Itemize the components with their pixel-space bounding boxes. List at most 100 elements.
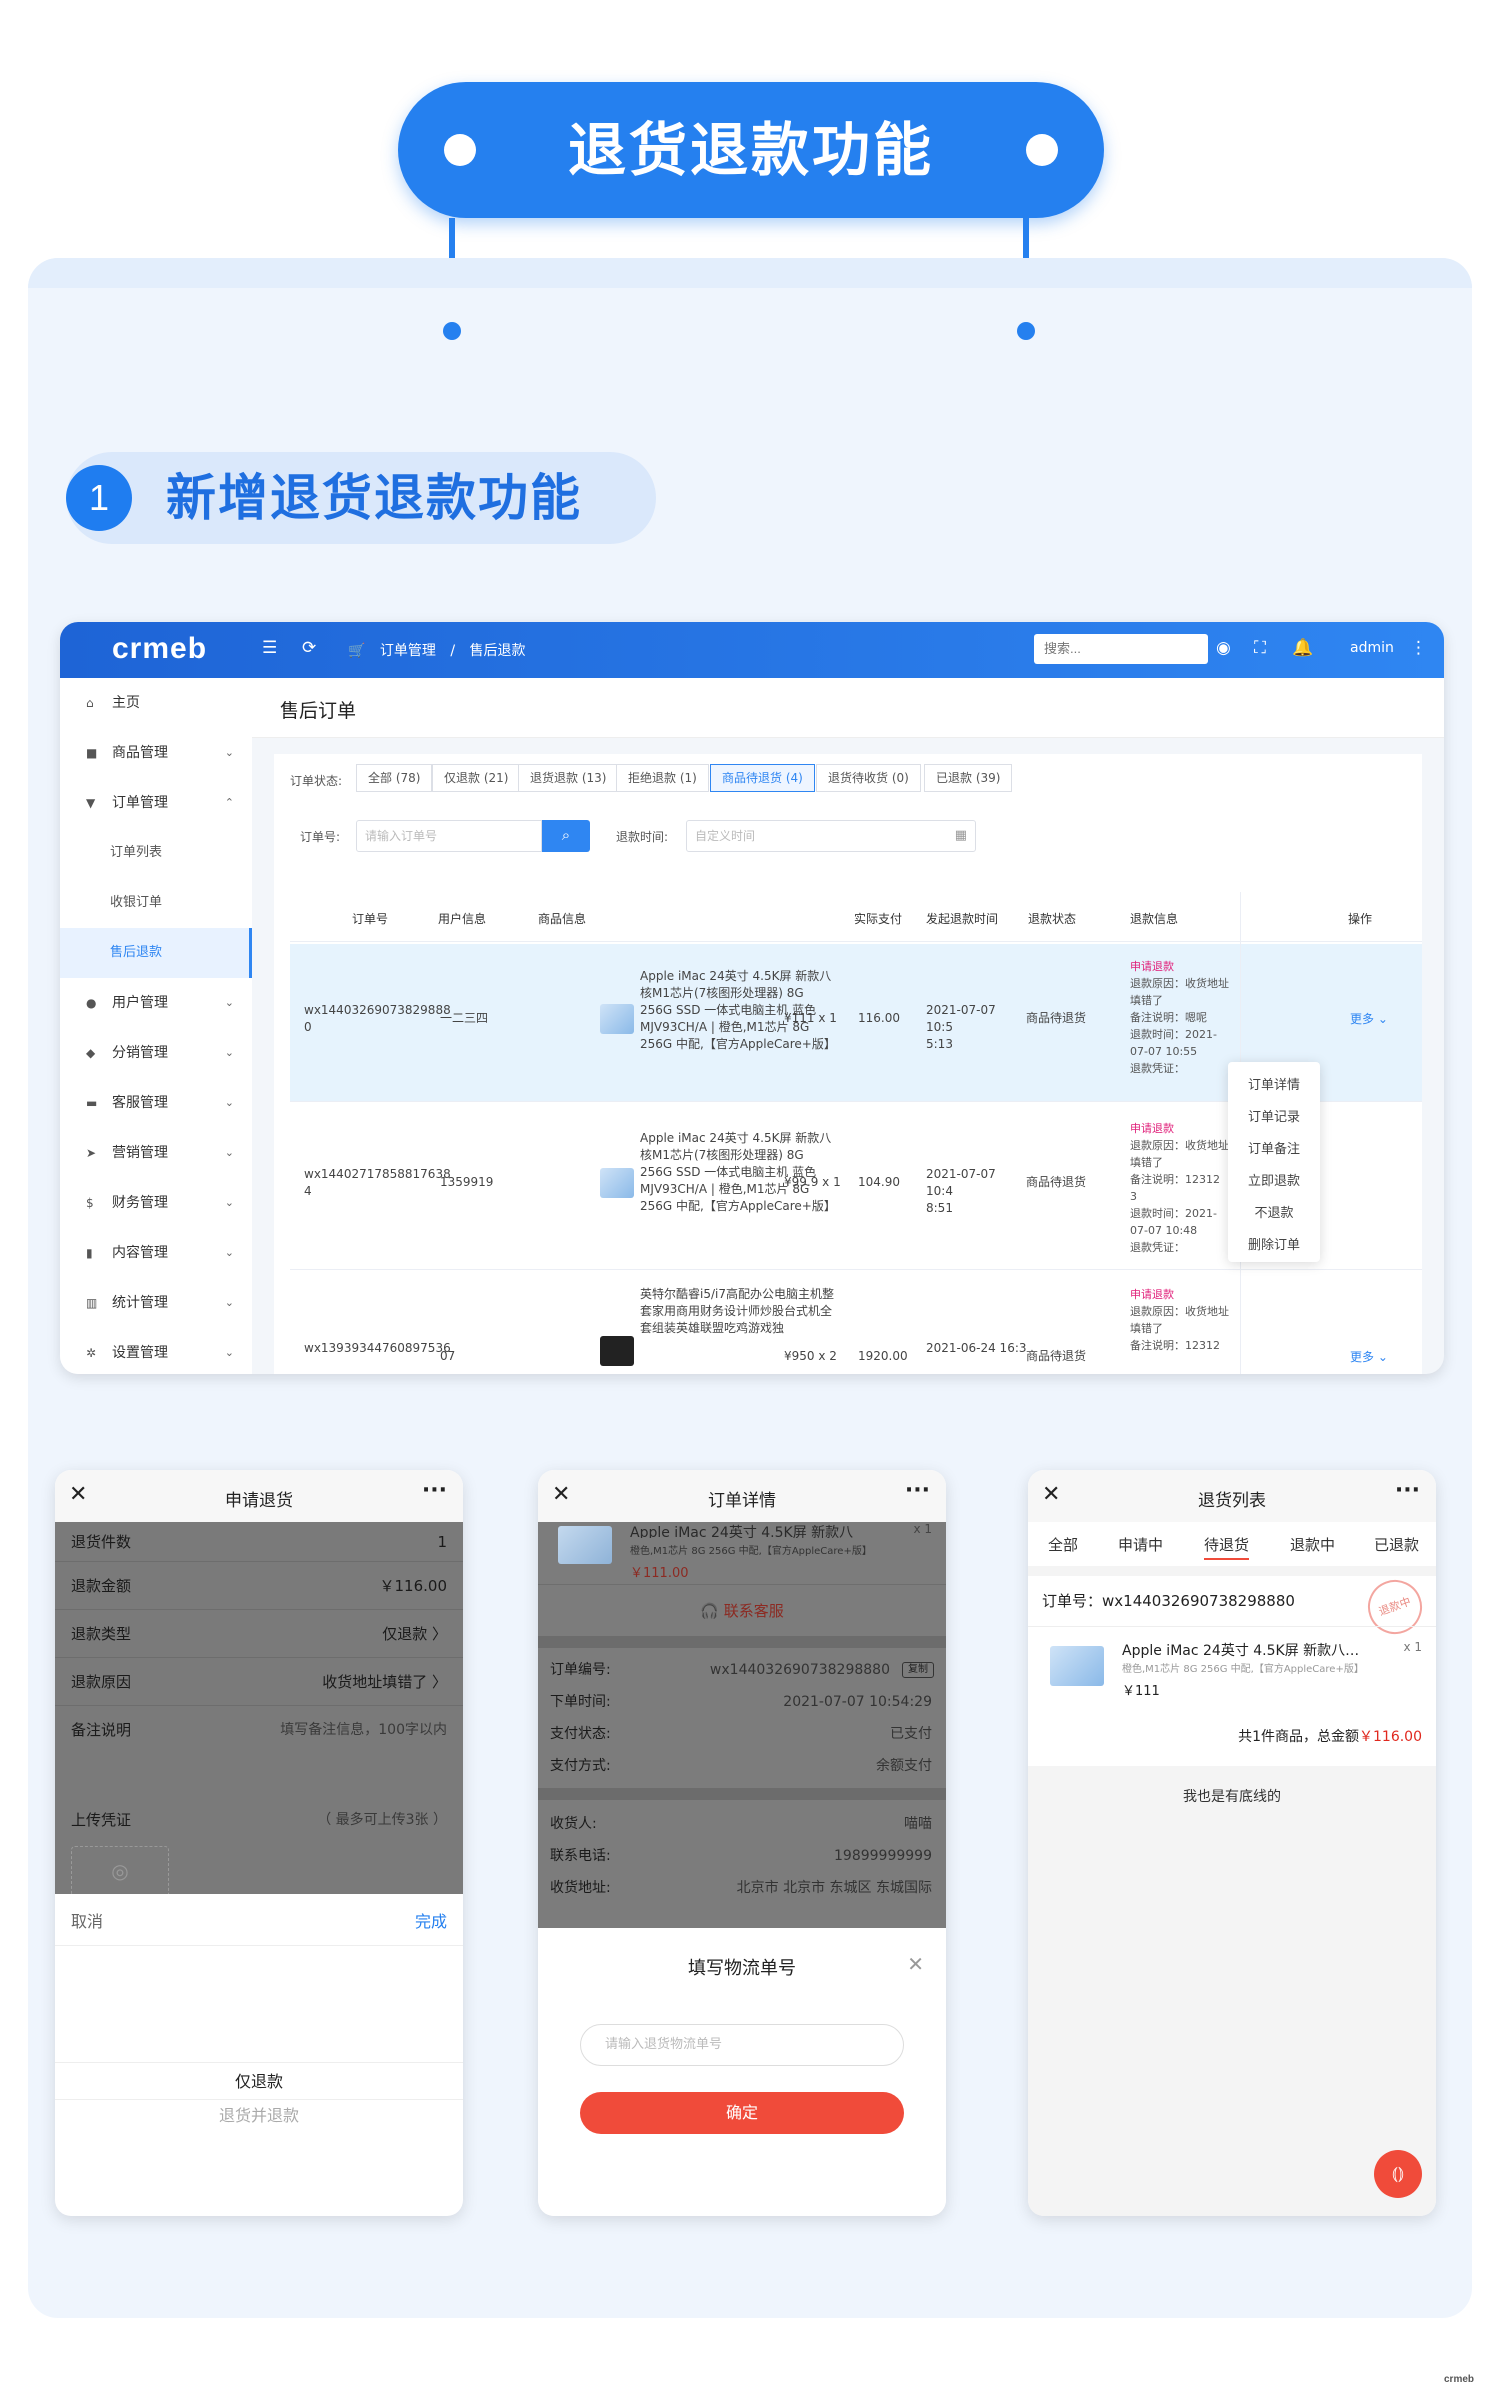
refund-details: 退款原因：收货地址填错了 备注说明：12312 3 退款时间：2021-07-0… <box>1130 1139 1229 1254</box>
sidebar-sub-cashier[interactable]: 收银订单 <box>60 878 252 928</box>
admin-search-input[interactable] <box>1034 634 1208 664</box>
headset-icon: 🎧 <box>700 1602 724 1620</box>
dropdown-item-order-note[interactable]: 订单备注 <box>1228 1138 1320 1157</box>
more-actions-button[interactable]: 更多 ⌄ <box>1350 1348 1388 1365</box>
more-vertical-icon[interactable]: ⋮ <box>1410 638 1427 658</box>
bar-chart-icon: ▥ <box>86 1296 98 1310</box>
detail-row-address: 收货地址: 北京市 北京市 东城区 东城国际 <box>550 1880 932 1896</box>
breadcrumb-item[interactable]: 售后退款 <box>470 643 526 659</box>
sidebar-sub-refund[interactable]: 售后退款 <box>60 928 252 978</box>
user-info: 1359919 <box>440 1175 494 1189</box>
status-tab-all[interactable]: 全部 (78) <box>356 764 433 792</box>
form-row-refund-reason[interactable]: 退款原因 收货地址填错了 〉 <box>55 1658 463 1706</box>
sidebar-item-distribution[interactable]: ◆ 分销管理 ⌄ <box>60 1028 252 1078</box>
status-tab-return-refund[interactable]: 退货退款 (13) <box>518 764 619 792</box>
order-number: wx14403269073829888 0 <box>304 1003 451 1034</box>
refund-time-label: 退款时间: <box>616 830 669 844</box>
status-tab-rejected[interactable]: 拒绝退款 (1) <box>616 764 709 792</box>
more-dots-icon[interactable]: ··· <box>422 1478 447 1503</box>
admin-username[interactable]: admin <box>1350 640 1394 656</box>
dropdown-item-delete-order[interactable]: 删除订单 <box>1228 1234 1320 1253</box>
refund-details: 退款原因：收货地址填错了 备注说明：12312 <box>1130 1305 1229 1352</box>
page-title: 售后订单 <box>280 700 357 722</box>
product-price: ￥111.00 <box>630 1566 689 1581</box>
order-search-button[interactable]: ⌕ <box>542 820 590 852</box>
tab-applying[interactable]: 申请中 <box>1118 1534 1163 1555</box>
dropdown-item-order-log[interactable]: 订单记录 <box>1228 1106 1320 1125</box>
dropdown-item-no-refund[interactable]: 不退款 <box>1228 1202 1320 1221</box>
status-filter-label: 订单状态: <box>290 774 343 788</box>
status-tab-refunded[interactable]: 已退款 (39) <box>924 764 1013 792</box>
menu-toggle-icon[interactable]: ☰ <box>262 638 277 658</box>
list-bottom-area: 我也是有底线的 <box>1028 1766 1436 2216</box>
sidebar-item-orders[interactable]: ▼ 订单管理 ⌃ <box>60 778 252 828</box>
detail-row-phone: 联系电话: 19899999999 <box>550 1848 932 1864</box>
form-row-return-count: 退货件数 1 <box>55 1522 463 1562</box>
logistics-sheet: 填写物流单号 ✕ 请输入退货物流单号 确定 <box>538 1928 946 2216</box>
sidebar-item-service[interactable]: ▬ 客服管理 ⌄ <box>60 1078 252 1128</box>
sidebar-item-finance[interactable]: $ 财务管理 ⌄ <box>60 1178 252 1228</box>
tab-all[interactable]: 全部 <box>1048 1534 1078 1555</box>
table-row[interactable]: wx13939344760897536 07 英特尔酷睿i5/i7高配办公电脑主… <box>290 1272 1422 1374</box>
book-icon: ▮ <box>86 1246 93 1260</box>
camera-icon[interactable]: ◎ <box>71 1846 169 1894</box>
sidebar-item-content[interactable]: ▮ 内容管理 ⌄ <box>60 1228 252 1278</box>
return-order-card[interactable]: 订单号：wx144032690738298880 退款中 Apple iMac … <box>1028 1572 1436 1766</box>
contact-service-button[interactable]: 🎧 联系客服 <box>538 1600 946 1621</box>
status-tab-refund-only[interactable]: 仅退款 (21) <box>432 764 521 792</box>
sidebar-item-users[interactable]: ● 用户管理 ⌄ <box>60 978 252 1028</box>
dollar-icon: $ <box>86 1196 94 1210</box>
form-row-remark[interactable]: 备注说明 填写备注信息，100字以内 <box>55 1706 463 1796</box>
sidebar-item-settings[interactable]: ✲ 设置管理 ⌄ <box>60 1328 252 1374</box>
sidebar-item-home[interactable]: ⌂ 主页 <box>60 678 252 728</box>
connector-dot-right <box>1017 322 1035 340</box>
order-number: wx14402717858817638 4 <box>304 1167 451 1198</box>
tab-refunded[interactable]: 已退款 <box>1374 1534 1419 1555</box>
picker-cancel-button[interactable]: 取消 <box>71 1908 103 1932</box>
product-thumbnail <box>600 1336 634 1366</box>
copy-button[interactable]: 复制 <box>902 1662 934 1678</box>
tab-refunding[interactable]: 退款中 <box>1290 1534 1335 1555</box>
section-title-pill: 1 新增退货退款功能 <box>66 452 656 544</box>
sidebar-item-statistics[interactable]: ▥ 统计管理 ⌄ <box>60 1278 252 1328</box>
column-header: 发起退款时间 <box>926 912 999 926</box>
product-thumbnail <box>600 1168 634 1198</box>
sidebar-item-marketing[interactable]: ➤ 营销管理 ⌄ <box>60 1128 252 1178</box>
floating-service-icon[interactable]: ⦅⦆ <box>1374 2150 1422 2198</box>
detail-row-pay-status: 支付状态: 已支付 <box>550 1726 932 1742</box>
sheet-close-icon[interactable]: ✕ <box>907 1952 924 1976</box>
user-info: 一二三四 <box>440 1011 489 1025</box>
more-actions-button[interactable]: 更多 ⌄ <box>1350 1010 1388 1027</box>
refund-date-picker[interactable]: 自定义时间 ▦ <box>686 820 976 852</box>
picker-option-refund-only[interactable]: 仅退款 <box>55 2062 463 2100</box>
more-dots-icon[interactable]: ··· <box>1395 1478 1420 1503</box>
product-qty: x 1 <box>913 1522 932 1536</box>
status-tab-awaiting-receipt[interactable]: 退货待收货 (0) <box>816 764 921 792</box>
bell-icon[interactable]: 🔔 <box>1292 638 1313 658</box>
more-dots-icon[interactable]: ··· <box>905 1478 930 1503</box>
form-row-refund-type[interactable]: 退款类型 仅退款 〉 <box>55 1610 463 1658</box>
hero-title: 退货退款功能 <box>567 116 934 184</box>
sidebar-sub-order-list[interactable]: 订单列表 <box>60 828 252 878</box>
divider <box>538 1636 946 1648</box>
logistics-number-input[interactable]: 请输入退货物流单号 <box>580 2024 904 2066</box>
picker-done-button[interactable]: 完成 <box>415 1908 447 1932</box>
picker-option-return-refund[interactable]: 退货并退款 <box>55 2102 463 2126</box>
product-spec: 橙色,M1芯片 8G 256G 中配,【官方AppleCare+版】 <box>630 1546 872 1557</box>
order-no-input[interactable]: 请输入订单号 <box>356 820 542 852</box>
confirm-button[interactable]: 确定 <box>580 2092 904 2134</box>
breadcrumb-item[interactable]: 订单管理 <box>380 643 436 659</box>
end-of-list: 我也是有底线的 <box>1183 1789 1281 1805</box>
status-tab-pending-return[interactable]: 商品待退货 (4) <box>710 764 815 792</box>
fullscreen-icon[interactable]: ⛶ <box>1254 638 1266 658</box>
content-card-top <box>28 258 1472 288</box>
tab-pending-return[interactable]: 待退货 <box>1204 1534 1250 1560</box>
sidebar-item-products[interactable]: ■ 商品管理 ⌄ <box>60 728 252 778</box>
refresh-icon[interactable]: ⟳ <box>302 638 316 658</box>
picker-toolbar: 取消 完成 <box>55 1894 463 1946</box>
target-icon[interactable]: ◉ <box>1216 638 1231 658</box>
dropdown-item-refund-now[interactable]: 立即退款 <box>1228 1170 1320 1189</box>
divider <box>538 1584 946 1585</box>
column-header: 商品信息 <box>538 912 587 926</box>
dropdown-item-order-detail[interactable]: 订单详情 <box>1228 1074 1320 1093</box>
